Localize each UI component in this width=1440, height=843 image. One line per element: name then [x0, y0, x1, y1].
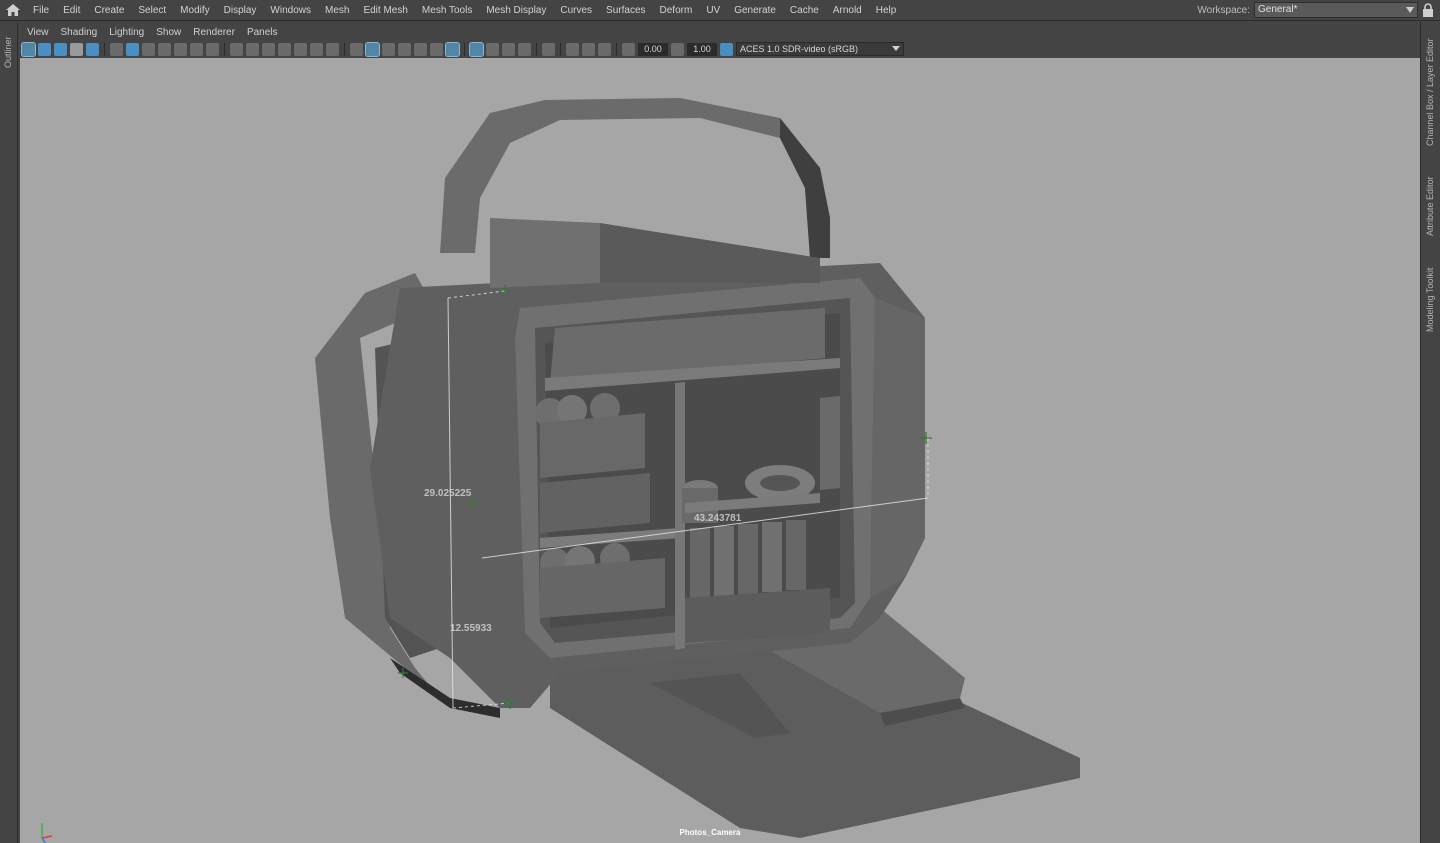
isolate-select-icon[interactable]	[469, 41, 484, 57]
measure-depth-label: 12.55933	[450, 623, 492, 634]
menu-windows[interactable]: Windows	[263, 0, 318, 21]
grease-pencil-icon[interactable]	[190, 42, 203, 56]
chevron-down-icon	[892, 46, 900, 51]
menu-mesh-tools[interactable]: Mesh Tools	[415, 0, 479, 21]
gamma-icon[interactable]	[671, 42, 684, 56]
safe-title-icon[interactable]	[278, 42, 291, 56]
attribute-editor-tab[interactable]: Attribute Editor	[1425, 176, 1435, 236]
anti-aliasing-icon[interactable]	[566, 42, 579, 56]
bookmark-icon[interactable]	[54, 42, 67, 56]
xray-components-icon[interactable]	[518, 42, 531, 56]
panel-menubar: View Shading Lighting Show Renderer Pane…	[19, 24, 1420, 40]
brush-icon[interactable]	[206, 42, 219, 56]
motion-blur-icon[interactable]	[598, 42, 611, 56]
right-dock-strip: Channel Box / Layer Editor Attribute Edi…	[1420, 22, 1440, 843]
panel-menu-panels[interactable]: Panels	[241, 27, 284, 38]
menu-file[interactable]: File	[26, 0, 56, 21]
grid-icon[interactable]	[230, 42, 243, 56]
camera-lock-icon[interactable]	[110, 42, 123, 56]
menu-display[interactable]: Display	[217, 0, 264, 21]
left-dock-strip: Outliner	[0, 22, 18, 843]
xray-icon[interactable]	[486, 42, 499, 56]
color-management-icon[interactable]	[720, 42, 733, 56]
shadows-icon[interactable]	[445, 41, 460, 57]
menu-help[interactable]: Help	[869, 0, 904, 21]
wireframe-icon[interactable]	[350, 42, 363, 56]
workspace-dropdown[interactable]: General*	[1254, 2, 1418, 18]
two-d-pan-icon[interactable]	[86, 42, 99, 56]
gate-mask-icon[interactable]	[310, 42, 323, 56]
workspace-value: General*	[1258, 4, 1298, 15]
battery-cells	[690, 520, 806, 598]
measure-width-label: 43.243781	[694, 513, 742, 524]
workspace-selector: Workspace: General*	[1197, 2, 1418, 18]
menu-mesh[interactable]: Mesh	[318, 0, 356, 21]
menu-edit-mesh[interactable]: Edit Mesh	[356, 0, 414, 21]
channel-box-tab[interactable]: Channel Box / Layer Editor	[1425, 38, 1435, 146]
menu-arnold[interactable]: Arnold	[826, 0, 869, 21]
select-tool-icon[interactable]	[542, 42, 555, 56]
panel-menu-view[interactable]: View	[21, 27, 55, 38]
menu-create[interactable]: Create	[87, 0, 131, 21]
menu-generate[interactable]: Generate	[727, 0, 783, 21]
outliner-tab[interactable]: Outliner	[3, 36, 13, 68]
scene-render	[41, 98, 1080, 843]
ambient-occlusion-icon[interactable]	[582, 42, 595, 56]
color-space-value: ACES 1.0 SDR-video (sRGB)	[740, 44, 859, 54]
workspace-label: Workspace:	[1197, 4, 1250, 16]
gamma-field[interactable]: 1.00	[687, 42, 717, 56]
exposure-icon[interactable]	[622, 42, 635, 56]
axis-gizmo	[41, 823, 53, 843]
panel-toolbar: 0.00 1.00 ACES 1.0 SDR-video (sRGB)	[19, 40, 1420, 58]
pan-zoom-icon[interactable]	[174, 42, 187, 56]
bookmark-flag-icon[interactable]	[158, 42, 171, 56]
select-camera-icon[interactable]	[21, 41, 36, 57]
modeling-toolkit-tab[interactable]: Modeling Toolkit	[1425, 268, 1435, 332]
panel-menu-lighting[interactable]: Lighting	[103, 27, 150, 38]
bag-model	[315, 98, 1080, 838]
viewport-panel: View Shading Lighting Show Renderer Pane…	[19, 24, 1420, 843]
safe-action-icon[interactable]	[262, 42, 275, 56]
panel-menu-renderer[interactable]: Renderer	[187, 27, 241, 38]
textured-icon[interactable]	[414, 42, 427, 56]
chevron-down-icon	[1406, 7, 1414, 13]
menu-uv[interactable]: UV	[699, 0, 727, 21]
menu-mesh-display[interactable]: Mesh Display	[479, 0, 553, 21]
menu-surfaces[interactable]: Surfaces	[599, 0, 652, 21]
menu-select[interactable]: Select	[131, 0, 173, 21]
camera-name-label: Photos_Camera	[679, 828, 741, 837]
home-icon[interactable]	[0, 0, 26, 21]
perspective-viewport[interactable]: 29.025225 43.243781 12.55933 Photos_Came…	[20, 58, 1420, 843]
lights-icon[interactable]	[430, 42, 443, 56]
menu-curves[interactable]: Curves	[553, 0, 599, 21]
film-icon[interactable]	[246, 42, 259, 56]
resolution-gate-icon[interactable]	[142, 42, 155, 56]
menu-cache[interactable]: Cache	[783, 0, 826, 21]
image-plane-icon[interactable]	[70, 42, 83, 56]
measure-height-label: 29.025225	[424, 488, 472, 499]
main-menubar: File Edit Create Select Modify Display W…	[0, 0, 1440, 21]
xray-joints-icon[interactable]	[502, 42, 515, 56]
field-chart-icon[interactable]	[294, 42, 307, 56]
default-material-icon[interactable]	[382, 42, 395, 56]
wireframe-on-shaded-icon[interactable]	[398, 42, 411, 56]
text-icon[interactable]	[326, 42, 339, 56]
menu-deform[interactable]: Deform	[653, 0, 700, 21]
menu-modify[interactable]: Modify	[173, 0, 216, 21]
exposure-field[interactable]: 0.00	[638, 42, 668, 56]
menu-edit[interactable]: Edit	[56, 0, 87, 21]
smooth-shade-icon[interactable]	[365, 41, 380, 57]
camera-attributes-icon[interactable]	[38, 42, 51, 56]
lock-icon[interactable]	[1422, 3, 1436, 19]
film-gate-icon[interactable]	[126, 42, 139, 56]
color-space-dropdown[interactable]: ACES 1.0 SDR-video (sRGB)	[736, 42, 904, 56]
panel-menu-shading[interactable]: Shading	[55, 27, 104, 38]
panel-menu-show[interactable]: Show	[150, 27, 187, 38]
